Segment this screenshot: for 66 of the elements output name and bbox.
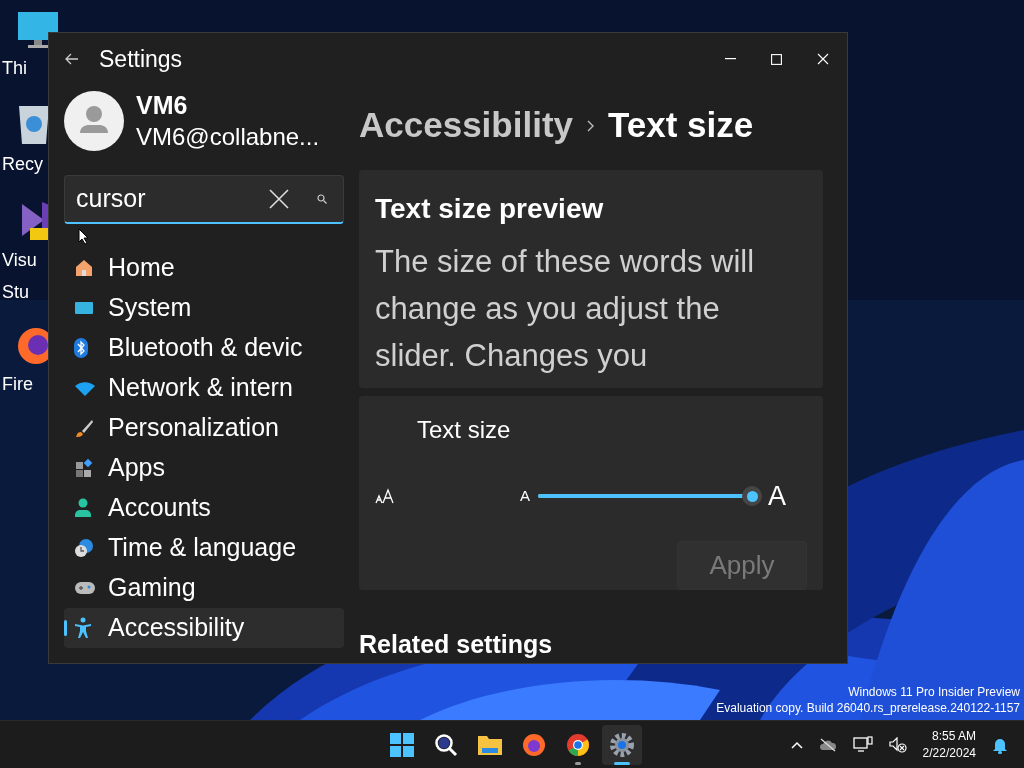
network-icon[interactable] <box>852 735 873 754</box>
chevron-right-icon <box>587 119 594 132</box>
nav-item[interactable]: Accounts <box>64 488 344 528</box>
user-name: VM6 <box>136 90 189 121</box>
slider-track[interactable] <box>538 486 762 507</box>
taskbar-app[interactable] <box>602 724 642 765</box>
desktop-icon-label[interactable]: Recy <box>2 150 43 178</box>
running-indicator <box>614 761 630 765</box>
small-a-label: A <box>520 486 530 506</box>
wifi-icon <box>74 380 96 396</box>
search-icon[interactable] <box>317 194 327 204</box>
desktop-icon-label[interactable]: Stu <box>2 278 30 306</box>
nav-item[interactable]: Network & intern <box>64 368 344 408</box>
large-a-label: A <box>768 480 787 513</box>
house-icon <box>74 258 94 278</box>
nav-item[interactable]: Personalization <box>64 408 344 448</box>
windows-logo-icon[interactable] <box>390 732 414 757</box>
back-arrow-icon[interactable] <box>65 53 79 65</box>
monitor-icon <box>16 10 60 50</box>
person-icon <box>74 498 92 518</box>
nav-item[interactable]: Accessibility <box>64 608 344 648</box>
firefox-icon[interactable] <box>522 732 546 757</box>
nav-item[interactable]: Home <box>64 248 344 288</box>
brush-icon <box>74 418 94 438</box>
nav-item[interactable]: Time & language <box>64 528 344 568</box>
user-email: VM6@collabne... <box>136 122 320 152</box>
nav-item[interactable]: Bluetooth & devic <box>64 328 344 368</box>
nav-item[interactable]: Apps <box>64 448 344 488</box>
selection-indicator <box>64 620 67 636</box>
chevron-up-icon[interactable] <box>790 740 803 749</box>
globe-clock-icon <box>74 538 94 558</box>
build-notice-text: Windows 11 Pro Insider Preview <box>848 684 1020 700</box>
slider-thumb[interactable] <box>742 486 762 507</box>
text-size-label: Text size <box>417 415 512 445</box>
close-icon[interactable] <box>817 53 829 65</box>
search-icon[interactable] <box>434 732 458 757</box>
preview-title: Text size preview <box>375 192 605 227</box>
preview-text: The size of these words will change as you adjust the slider. Changes you <box>375 243 756 376</box>
desktop-icon-label[interactable]: Thi <box>2 54 27 82</box>
cloud-off-icon[interactable] <box>818 737 837 752</box>
search-field[interactable]: cursor <box>64 175 344 224</box>
gamepad-icon <box>74 580 96 596</box>
bluetooth-icon <box>74 338 88 358</box>
desktop-icon-label[interactable]: Fire <box>2 370 33 398</box>
minimize-icon[interactable] <box>725 58 736 60</box>
avatar-icon <box>64 91 124 151</box>
breadcrumb-parent[interactable]: Accessibility <box>359 99 573 152</box>
build-notice-text: Evaluation copy. Build 26040.rs_prerelease.240122-1157 <box>716 700 1020 716</box>
display-icon <box>74 300 94 316</box>
apps-icon <box>74 458 94 478</box>
nav-item[interactable]: Gaming <box>64 568 344 608</box>
chrome-icon[interactable] <box>566 732 590 757</box>
clear-icon[interactable] <box>269 189 289 209</box>
clock[interactable]: 8:55 AM 2/22/2024 <box>922 727 976 762</box>
nav-item[interactable]: System <box>64 288 344 328</box>
window-title: Settings <box>99 44 183 74</box>
speaker-muted-icon[interactable] <box>888 736 907 753</box>
page-title: Text size <box>608 104 754 147</box>
running-indicator <box>575 761 581 765</box>
section-heading: Related settings <box>359 628 554 660</box>
folder-icon[interactable] <box>477 733 503 756</box>
desktop-icon-label[interactable]: Visu <box>2 246 37 274</box>
maximize-icon[interactable] <box>771 53 782 65</box>
gear-icon[interactable] <box>609 731 635 758</box>
accessibility-icon <box>74 617 92 639</box>
mouse-pointer-icon <box>78 228 89 245</box>
